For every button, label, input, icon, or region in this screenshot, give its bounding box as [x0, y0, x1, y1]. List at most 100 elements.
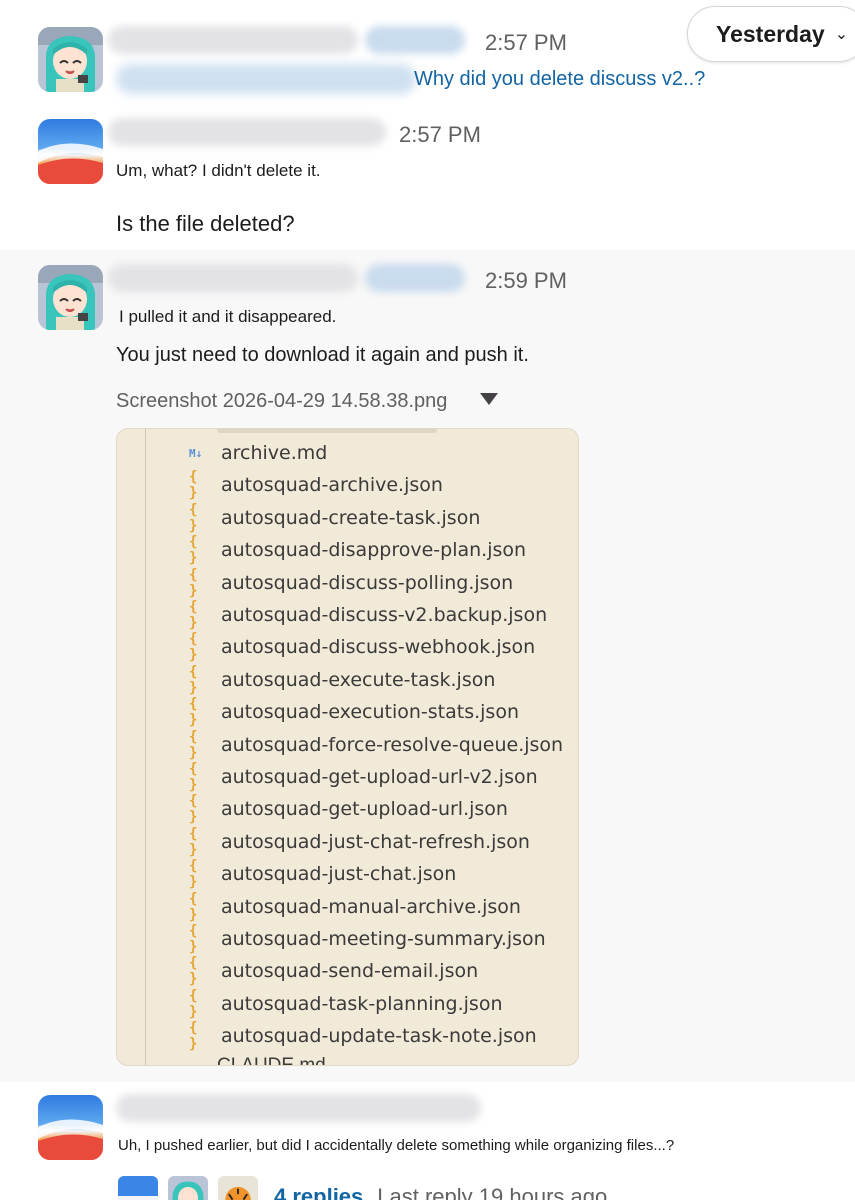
file-name: autosquad-discuss-webhook.json	[221, 636, 536, 659]
thread-last-reply: Last reply 19 hours ago	[377, 1184, 608, 1200]
user-avatar[interactable]	[38, 27, 103, 92]
json-file-icon: { }	[189, 955, 198, 988]
tree-guide-line	[145, 429, 146, 1065]
markdown-file-icon: M↓	[189, 446, 203, 460]
file-name: autosquad-archive.json	[221, 474, 443, 497]
file-row: { } autosquad-get-upload-url.json	[189, 793, 508, 826]
file-name: autosquad-get-upload-url.json	[221, 798, 508, 821]
collapse-attachment-icon[interactable]	[480, 393, 498, 405]
cut-off-row: CLAUDE.md	[217, 1055, 347, 1066]
file-name: autosquad-meeting-summary.json	[221, 928, 546, 950]
file-name: CLAUDE.md	[217, 1055, 326, 1066]
date-divider-label: Yesterday	[716, 20, 825, 47]
json-file-icon: { }	[189, 858, 198, 891]
date-divider-button[interactable]: Yesterday ⌄	[687, 6, 855, 62]
macos-wallpaper-avatar	[38, 119, 103, 184]
file-row: { } autosquad-meeting-summary.json	[189, 923, 546, 955]
chevron-down-icon: ⌄	[834, 26, 849, 43]
json-file-icon: { }	[189, 599, 198, 631]
file-name: autosquad-execution-stats.json	[221, 701, 519, 724]
file-row: { } autosquad-get-upload-url-v2.json	[189, 761, 538, 793]
file-row: M↓ archive.md	[189, 438, 327, 468]
json-file-icon: { }	[189, 793, 198, 826]
file-row: { } autosquad-execution-stats.json	[189, 696, 519, 729]
anime-girl-avatar	[38, 265, 103, 330]
tiger-avatar	[218, 1176, 258, 1200]
file-row: { } autosquad-just-chat-refresh.json	[189, 825, 530, 858]
file-row: { } autosquad-manual-archive.json	[189, 890, 521, 923]
sender-name-redacted	[108, 26, 358, 54]
message-text: Uh, I pushed earlier, but did I accident…	[118, 1137, 675, 1154]
chat-pane: 2:57 PM Why did you delete discuss v2..?…	[0, 0, 855, 1200]
file-row: { } autosquad-discuss-webhook.json	[189, 631, 536, 664]
file-name: autosquad-manual-archive.json	[221, 895, 521, 918]
file-row: { } autosquad-discuss-v2.backup.json	[189, 599, 548, 631]
participant-avatar	[216, 1174, 260, 1200]
message-text: You just need to download it again and p…	[116, 344, 529, 366]
json-file-icon: { }	[189, 469, 198, 502]
macos-wallpaper-avatar	[118, 1176, 158, 1200]
cut-off-row	[217, 429, 437, 433]
quoted-message-redacted	[116, 64, 416, 94]
file-name: autosquad-create-task.json	[221, 506, 481, 529]
file-row: { } autosquad-disapprove-plan.json	[189, 534, 526, 567]
sender-tag-redacted	[365, 264, 465, 292]
file-row: { } autosquad-just-chat.json	[189, 858, 457, 891]
json-file-icon: { }	[189, 1020, 198, 1053]
file-row: { } autosquad-discuss-polling.json	[189, 566, 514, 599]
json-file-icon: { }	[189, 761, 198, 793]
user-avatar[interactable]	[38, 119, 103, 184]
sender-name-redacted	[108, 118, 386, 146]
timestamp[interactable]: 2:57 PM	[399, 122, 481, 148]
timestamp[interactable]: 2:59 PM	[485, 268, 567, 294]
file-row: { } autosquad-send-email.json	[189, 955, 479, 988]
sender-name-redacted	[116, 1094, 481, 1122]
sender-tag-redacted	[365, 26, 465, 54]
thread-replies-link[interactable]: 4 replies	[274, 1174, 363, 1200]
file-name: autosquad-update-task-note.json	[221, 1025, 537, 1048]
json-file-icon: { }	[189, 987, 198, 1020]
file-name: autosquad-discuss-v2.backup.json	[221, 604, 548, 626]
anime-girl-avatar	[168, 1176, 208, 1200]
file-name: autosquad-execute-task.json	[221, 668, 496, 691]
json-file-icon: { }	[189, 631, 198, 664]
json-file-icon: { }	[189, 923, 198, 955]
timestamp[interactable]: 2:57 PM	[485, 30, 567, 56]
file-name: autosquad-just-chat.json	[221, 863, 457, 886]
file-name: autosquad-task-planning.json	[221, 992, 503, 1015]
message[interactable]: 2:57 PM Um, what? I didn't delete it. Is…	[0, 110, 855, 250]
anime-girl-avatar	[38, 27, 103, 92]
json-file-icon: { }	[189, 890, 198, 923]
file-name: autosquad-just-chat-refresh.json	[221, 830, 530, 853]
json-file-icon: { }	[189, 663, 198, 696]
json-file-icon: { }	[189, 728, 198, 761]
file-name: autosquad-get-upload-url-v2.json	[221, 766, 538, 788]
quoted-message-link[interactable]: Why did you delete discuss v2..?	[414, 68, 705, 91]
file-row: { } autosquad-task-planning.json	[189, 987, 503, 1020]
attachment-filename[interactable]: Screenshot 2026-04-29 14.58.38.png	[116, 390, 447, 413]
json-file-icon: { }	[189, 566, 198, 599]
participant-avatar	[116, 1174, 160, 1200]
file-row: { } autosquad-execute-task.json	[189, 663, 496, 696]
file-row: { } autosquad-update-task-note.json	[189, 1020, 537, 1053]
attachment-image-preview[interactable]: M↓ archive.md{ } autosquad-archive.json{ }…	[116, 428, 579, 1066]
message-text: Um, what? I didn't delete it.	[116, 161, 321, 180]
json-file-icon: { }	[189, 501, 198, 534]
user-avatar[interactable]	[38, 265, 103, 330]
file-name: autosquad-force-resolve-queue.json	[221, 733, 564, 756]
message-text: I pulled it and it disappeared.	[119, 307, 337, 326]
message-text: Is the file deleted?	[116, 211, 295, 236]
file-name: autosquad-discuss-polling.json	[221, 571, 514, 594]
participant-avatar	[166, 1174, 210, 1200]
json-file-icon: { }	[189, 825, 198, 858]
json-file-icon: { }	[189, 534, 198, 567]
file-name: archive.md	[221, 442, 328, 464]
file-row: { } autosquad-force-resolve-queue.json	[189, 728, 564, 761]
file-row: { } autosquad-archive.json	[189, 469, 443, 502]
file-name: autosquad-send-email.json	[221, 960, 479, 983]
macos-wallpaper-avatar	[38, 1095, 103, 1160]
json-file-icon: { }	[189, 696, 198, 729]
thread-summary[interactable]: 4 replies Last reply 19 hours ago	[116, 1174, 607, 1200]
user-avatar[interactable]	[38, 1095, 103, 1160]
file-row: { } autosquad-create-task.json	[189, 501, 481, 534]
